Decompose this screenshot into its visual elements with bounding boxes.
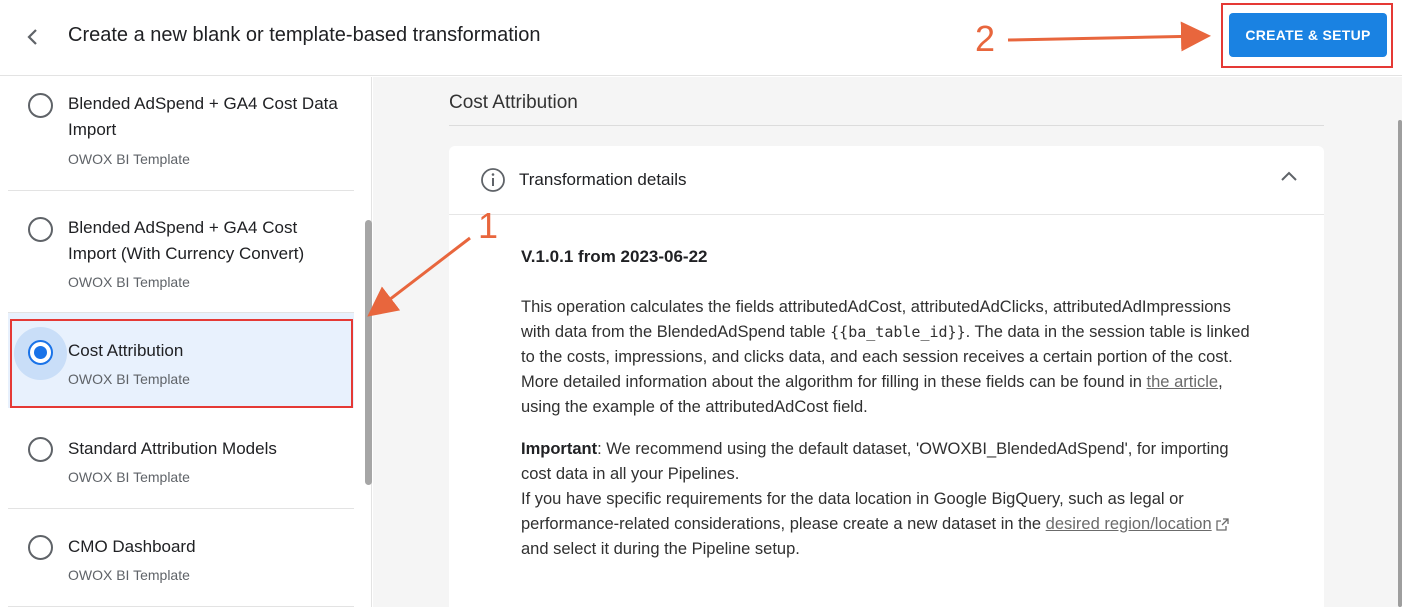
template-list: Blended AdSpend + GA4 Cost Data Import O… [0,77,372,607]
template-item-selected[interactable]: Cost Attribution OWOX BI Template [8,313,354,408]
template-details: Cost Attribution Transformation details … [373,77,1402,607]
card-body: V.1.0.1 from 2023-06-22 This operation c… [521,244,1261,579]
header: Create a new blank or template-based tra… [0,0,1402,76]
template-name: Blended AdSpend + GA4 Cost Import (With … [68,218,305,263]
template-name: Standard Attribution Models [68,439,277,458]
details-accordion-header[interactable]: Transformation details [449,146,1324,215]
create-button-highlight: CREATE & SETUP [1221,3,1393,68]
annotation-number-1: 1 [478,205,499,246]
region-location-link[interactable]: desired region/location [1046,515,1212,533]
important-label: Important [521,440,598,458]
template-name: CMO Dashboard [68,537,196,556]
template-subtitle: OWOX BI Template [68,274,190,290]
template-name: Cost Attribution [68,341,184,360]
info-icon [481,168,505,192]
text: and select it during the Pipeline setup. [521,540,800,558]
annotation-number-2: 2 [975,18,996,59]
chevron-up-icon[interactable] [1278,166,1300,188]
template-subtitle: OWOX BI Template [68,469,190,485]
card-header-label: Transformation details [519,170,687,189]
chevron-left-icon [27,29,37,45]
description-paragraph: This operation calculates the fields att… [521,295,1261,420]
radio-button[interactable] [28,535,53,560]
template-name: Blended AdSpend + GA4 Cost Data Import [68,94,338,139]
radio-button[interactable] [28,217,53,242]
sidebar-scrollbar[interactable] [365,220,372,485]
section-title: Cost Attribution [449,92,578,113]
template-subtitle: OWOX BI Template [68,151,190,167]
external-link-icon [1216,518,1229,531]
important-paragraph: Important: We recommend using the defaul… [521,437,1261,562]
template-item[interactable]: Standard Attribution Models OWOX BI Temp… [8,408,354,509]
page-title: Create a new blank or template-based tra… [68,24,541,46]
code-snippet: {{ba_table_id}} [830,323,966,341]
template-item[interactable]: Blended AdSpend + GA4 Cost Data Import O… [8,77,354,191]
radio-button[interactable] [28,437,53,462]
back-button[interactable] [18,22,48,52]
template-subtitle: OWOX BI Template [68,371,190,387]
template-subtitle: OWOX BI Template [68,567,190,583]
article-link[interactable]: the article [1147,373,1219,391]
text: : We recommend using the default dataset… [521,440,1229,483]
template-item[interactable]: CMO Dashboard OWOX BI Template [8,509,354,607]
main-scrollbar[interactable] [1398,120,1402,607]
details-card: Transformation details V.1.0.1 from 2023… [449,146,1324,607]
divider [449,125,1324,126]
version-label: V.1.0.1 from 2023-06-22 [521,247,708,266]
radio-button[interactable] [28,93,53,118]
create-setup-button[interactable]: CREATE & SETUP [1229,13,1387,57]
template-item[interactable]: Blended AdSpend + GA4 Cost Import (With … [8,191,354,313]
radio-button-checked[interactable] [28,340,53,365]
